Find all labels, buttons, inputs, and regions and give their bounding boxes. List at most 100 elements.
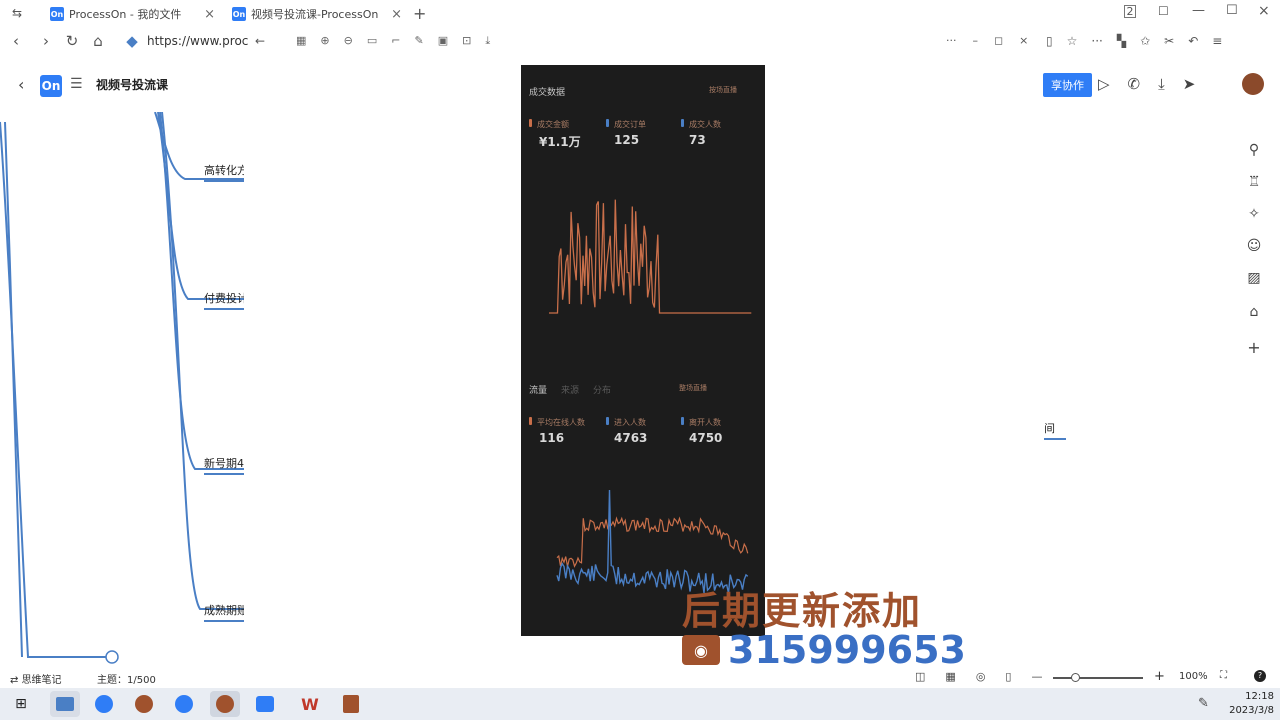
close-tab-icon[interactable]: ×: [204, 7, 215, 22]
more-icon[interactable]: ···: [946, 34, 957, 47]
scissors-icon[interactable]: ✂: [1164, 34, 1174, 48]
close-icon[interactable]: ×: [1019, 34, 1028, 47]
enter-line: [556, 489, 749, 594]
metric-value: 4763: [614, 431, 648, 445]
history-icon[interactable]: ◫: [915, 670, 925, 683]
filter-dropdown[interactable]: 按场直播: [709, 85, 737, 95]
forward-icon[interactable]: ›: [36, 32, 56, 50]
avatar[interactable]: [1242, 73, 1264, 95]
reload-icon[interactable]: ↻: [62, 32, 82, 50]
new-tab-button[interactable]: +: [413, 4, 426, 23]
zoom-in-icon[interactable]: ⊕: [320, 34, 329, 48]
magic-icon[interactable]: ✧: [1244, 206, 1264, 226]
collab-button[interactable]: 享协作: [1043, 73, 1092, 97]
branch-node[interactable]: 间: [1044, 420, 1066, 440]
metric-value: 125: [614, 133, 640, 147]
more-icon[interactable]: ···: [1091, 34, 1102, 48]
locate-icon[interactable]: ◎: [976, 670, 986, 683]
media-player-icon[interactable]: [336, 691, 366, 717]
zoom-in-icon[interactable]: +: [1154, 669, 1165, 684]
lock-icon[interactable]: ▣: [438, 34, 448, 48]
edit-icon[interactable]: ✎: [414, 34, 423, 48]
taskbar-app-icon[interactable]: [250, 691, 280, 717]
fullscreen-icon[interactable]: ⛶: [1220, 670, 1227, 681]
tab-my-files[interactable]: On ProcessOn - 我的文件 ×: [50, 2, 215, 26]
download-icon[interactable]: ⤓: [485, 34, 490, 48]
screen-icon[interactable]: ▭: [367, 34, 377, 48]
wps-icon[interactable]: W: [295, 691, 325, 717]
edge-icon[interactable]: [89, 691, 119, 717]
address-bar: ‹ › ↻ ⌂ ◆ https://www.proc ← ▦ ⊕ ⊖ ▭ ⌐ ✎…: [0, 28, 1280, 56]
zoom-slider[interactable]: [1053, 673, 1143, 682]
layout-icon[interactable]: ▦: [945, 670, 955, 683]
structure-icon[interactable]: ♖: [1244, 174, 1264, 194]
maximize-icon[interactable]: ☐: [1226, 3, 1238, 18]
add-icon[interactable]: +: [1244, 338, 1264, 358]
tab-current-doc[interactable]: On 视频号投流课-ProcessOn ×: [232, 2, 402, 26]
zoom-slider-thumb[interactable]: [1071, 673, 1080, 682]
tab-traffic[interactable]: 流量: [529, 383, 547, 396]
metric-value: 116: [539, 431, 565, 445]
badge-icon[interactable]: 2: [1124, 5, 1136, 18]
tab-menu-icon[interactable]: ⇆: [12, 6, 22, 20]
home-icon[interactable]: ⌂: [88, 32, 108, 50]
grid-icon[interactable]: ▦: [296, 34, 306, 48]
minimize-icon[interactable]: —: [1192, 3, 1205, 18]
minimize-icon[interactable]: –: [973, 34, 979, 47]
branch-node[interactable]: 高转化方: [204, 162, 244, 182]
promo-overlay-text: 后期更新添加: [682, 589, 923, 633]
active-app-icon[interactable]: [210, 691, 240, 717]
traffic-tabs: 流量 来源 分布: [529, 383, 611, 396]
help-icon[interactable]: ?: [1254, 670, 1266, 682]
star-icon[interactable]: ☆: [1067, 34, 1078, 48]
tag-icon[interactable]: ⌂: [1244, 304, 1264, 324]
mode-switch[interactable]: ⇄ 思维笔记: [10, 671, 62, 686]
menu-icon[interactable]: ☰: [70, 76, 83, 92]
windows-start-icon[interactable]: ⊞: [6, 691, 36, 717]
app-logo[interactable]: On: [40, 75, 62, 97]
connector-icon[interactable]: ⚲: [1244, 142, 1264, 162]
metric-label: 成交订单: [614, 120, 646, 129]
status-tools: ◫ ▦ ◎ ▯ —: [915, 670, 1042, 683]
image-icon[interactable]: ▨: [1244, 270, 1264, 290]
undo-icon[interactable]: ↶: [1188, 34, 1198, 48]
share-icon[interactable]: ➤: [1183, 75, 1196, 93]
back-icon[interactable]: ‹: [18, 75, 24, 94]
phone-icon[interactable]: ✆: [1128, 75, 1141, 93]
crop-icon[interactable]: ⌐: [391, 34, 400, 48]
clock[interactable]: 12:18 2023/3/8: [1224, 690, 1274, 718]
branch-node[interactable]: 成熟期账: [204, 602, 244, 622]
taskbar-app-icon[interactable]: [169, 691, 199, 717]
tab-distribution[interactable]: 分布: [593, 383, 611, 396]
online-line: [556, 516, 749, 568]
zoom-out-icon[interactable]: —: [1031, 670, 1042, 683]
taskbar-app-icon[interactable]: [129, 691, 159, 717]
close-window-icon[interactable]: ×: [1258, 3, 1270, 19]
pen-icon[interactable]: ✎: [1198, 696, 1209, 711]
metric-value: ¥1.1万: [539, 135, 581, 149]
shield-icon: ◆: [126, 32, 138, 50]
play-icon[interactable]: ▷: [1098, 75, 1110, 93]
favorites-icon[interactable]: ✩: [1140, 34, 1150, 48]
taskbar-app-icon[interactable]: [50, 691, 80, 717]
promo-number: 315999653: [728, 628, 966, 672]
url-text[interactable]: https://www.proc: [147, 34, 248, 48]
menu-icon[interactable]: ≡: [1212, 34, 1222, 48]
outline-icon[interactable]: ▯: [1005, 670, 1011, 683]
download-icon[interactable]: ⤓: [1158, 75, 1165, 93]
pin-icon[interactable]: ☐: [1158, 4, 1169, 18]
reader-icon[interactable]: ▯: [1046, 34, 1053, 48]
collapse-icon[interactable]: ←: [250, 34, 270, 48]
branch-node[interactable]: 付费投计划: [204, 290, 244, 310]
extensions-icon[interactable]: ▚: [1117, 34, 1126, 48]
maximize-icon[interactable]: ◻: [994, 34, 1003, 47]
emoji-icon[interactable]: ☺: [1244, 238, 1264, 258]
close-tab-icon[interactable]: ×: [391, 7, 402, 22]
document-title[interactable]: 视频号投流课: [96, 76, 168, 93]
fit-icon[interactable]: ⊡: [462, 34, 471, 48]
branch-node[interactable]: 新号期4: [204, 455, 244, 475]
filter-dropdown[interactable]: 整场直播: [679, 383, 707, 393]
back-icon[interactable]: ‹: [6, 32, 26, 50]
tab-source[interactable]: 来源: [561, 383, 579, 396]
zoom-out-icon[interactable]: ⊖: [344, 34, 353, 48]
